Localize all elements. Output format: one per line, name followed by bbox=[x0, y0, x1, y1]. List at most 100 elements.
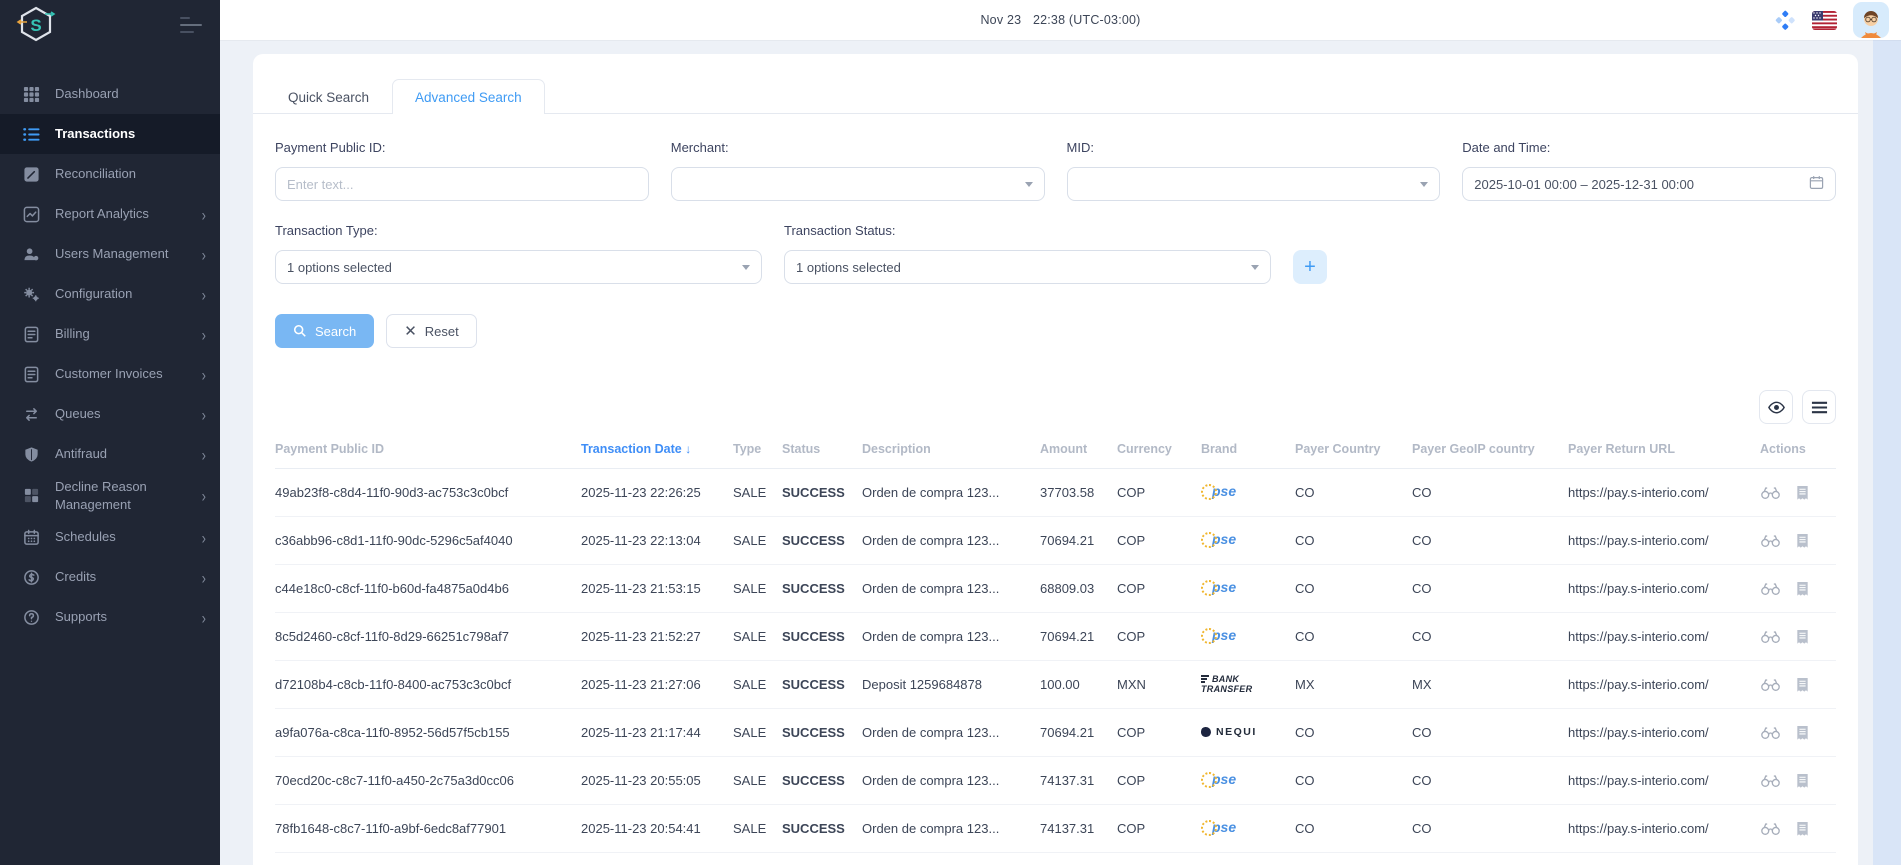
cell-type: SALE bbox=[733, 756, 782, 805]
sidebar-item-reconciliation[interactable]: Reconciliation bbox=[0, 154, 220, 194]
cell-currency: COP bbox=[1117, 468, 1201, 517]
sidebar-item-antifraud[interactable]: Antifraud › bbox=[0, 434, 220, 474]
view-details-binoculars-icon[interactable] bbox=[1760, 534, 1781, 548]
column-header-amount: Amount bbox=[1040, 434, 1117, 469]
sidebar-item-label: Users Management bbox=[55, 246, 169, 262]
blocks-icon bbox=[22, 487, 40, 505]
cell-status: SUCCESS bbox=[782, 468, 862, 517]
receipt-icon[interactable] bbox=[1796, 725, 1809, 741]
column-header-transaction-date[interactable]: Transaction Date ↓ bbox=[581, 434, 733, 469]
app-logo[interactable]: S bbox=[16, 5, 56, 45]
view-details-binoculars-icon[interactable] bbox=[1760, 822, 1781, 836]
apps-icon[interactable] bbox=[1774, 9, 1796, 31]
table-menu-button[interactable] bbox=[1802, 390, 1836, 424]
date-time-label: Date and Time: bbox=[1462, 140, 1551, 155]
pse-logo: pse bbox=[1201, 771, 1236, 788]
sidebar-item-decline-reason-management[interactable]: Decline Reason Management › bbox=[0, 474, 220, 517]
merchant-field: Merchant: bbox=[670, 140, 1045, 201]
receipt-icon[interactable] bbox=[1796, 677, 1809, 693]
view-details-binoculars-icon[interactable] bbox=[1760, 678, 1781, 692]
menu-icon bbox=[1811, 401, 1827, 413]
sidebar-collapse-icon[interactable] bbox=[180, 17, 202, 33]
sidebar-item-configuration[interactable]: Configuration › bbox=[0, 274, 220, 314]
cell-transaction-date: 2025-11-23 22:26:25 bbox=[581, 468, 733, 517]
sidebar-header: S bbox=[0, 0, 220, 44]
mid-field: MID: bbox=[1066, 140, 1441, 201]
date-time-input[interactable]: 2025-10-01 00:00 – 2025-12-31 00:00 bbox=[1462, 167, 1836, 201]
tab-quick-search[interactable]: Quick Search bbox=[265, 79, 392, 114]
cell-payer-country: CO bbox=[1295, 468, 1412, 517]
add-filter-button[interactable]: + bbox=[1293, 250, 1327, 284]
cell-currency: COP bbox=[1117, 804, 1201, 853]
view-details-binoculars-icon[interactable] bbox=[1760, 774, 1781, 788]
column-header-description: Description bbox=[862, 434, 1040, 469]
sidebar-item-credits[interactable]: Credits › bbox=[0, 557, 220, 597]
view-details-binoculars-icon[interactable] bbox=[1760, 486, 1781, 500]
reset-button[interactable]: ✕ Reset bbox=[386, 314, 477, 348]
language-flag-us-icon[interactable] bbox=[1812, 10, 1837, 30]
cell-transaction-date: 2025-11-23 22:13:04 bbox=[581, 516, 733, 565]
receipt-icon[interactable] bbox=[1796, 821, 1809, 837]
receipt-icon[interactable] bbox=[1796, 533, 1809, 549]
transaction-type-select[interactable]: 1 options selected bbox=[275, 250, 762, 284]
payment-public-id-input[interactable] bbox=[275, 167, 649, 201]
sidebar-item-customer-invoices[interactable]: Customer Invoices › bbox=[0, 354, 220, 394]
sidebar-item-schedules[interactable]: Schedules › bbox=[0, 517, 220, 557]
chevron-right-icon: › bbox=[201, 485, 206, 506]
view-details-binoculars-icon[interactable] bbox=[1760, 726, 1781, 740]
chevron-right-icon: › bbox=[201, 404, 206, 424]
calendar-icon[interactable] bbox=[1809, 175, 1824, 193]
sidebar-item-transactions[interactable]: Transactions bbox=[0, 114, 220, 154]
cell-payer-country: CO bbox=[1295, 804, 1412, 853]
cell-type: SALE bbox=[733, 516, 782, 565]
receipt-icon[interactable] bbox=[1796, 485, 1809, 501]
view-details-binoculars-icon[interactable] bbox=[1760, 582, 1781, 596]
cell-amount: 37703.58 bbox=[1040, 468, 1117, 517]
cell-status: SUCCESS bbox=[782, 516, 862, 565]
merchant-select[interactable] bbox=[670, 167, 1045, 201]
filters-row-1: Payment Public ID: Merchant: MID: bbox=[275, 140, 1836, 201]
cell-currency: MXN bbox=[1117, 660, 1201, 709]
cell-actions bbox=[1760, 516, 1836, 565]
sidebar-item-label: Customer Invoices bbox=[55, 366, 163, 382]
cell-description: Orden de compra 123... bbox=[862, 468, 1040, 517]
cell-transaction-date: 2025-11-23 21:52:27 bbox=[581, 612, 733, 661]
topbar: Nov 23 22:38 (UTC-03:00) bbox=[220, 0, 1901, 40]
table-row: 70ecd20c-c8c7-11f0-a450-2c75a3d0cc06 2025… bbox=[275, 756, 1836, 805]
nequi-logo: NEQUI bbox=[1201, 726, 1257, 738]
cell-actions bbox=[1760, 564, 1836, 613]
receipt-icon[interactable] bbox=[1796, 629, 1809, 645]
tab-advanced-search[interactable]: Advanced Search bbox=[392, 79, 545, 114]
cell-payer-geoip-country: CO bbox=[1412, 468, 1568, 517]
table-tools bbox=[275, 390, 1836, 424]
transaction-status-select[interactable]: 1 options selected bbox=[784, 250, 1271, 284]
cell-payment-public-id: a9fa076a-c8ca-11f0-8952-56d57f5cb155 bbox=[275, 708, 581, 757]
cell-status: SUCCESS bbox=[782, 852, 862, 865]
view-details-binoculars-icon[interactable] bbox=[1760, 630, 1781, 644]
cell-amount: 70694.21 bbox=[1040, 516, 1117, 565]
payment-public-id-field: Payment Public ID: bbox=[275, 140, 649, 201]
column-visibility-button[interactable] bbox=[1759, 390, 1793, 424]
header-time: 22:38 (UTC-03:00) bbox=[1032, 13, 1141, 27]
avatar[interactable] bbox=[1853, 2, 1889, 38]
sidebar-item-billing[interactable]: Billing › bbox=[0, 314, 220, 354]
cell-description: Orden de compra 123... bbox=[862, 708, 1040, 757]
cell-actions bbox=[1760, 468, 1836, 517]
mid-select[interactable] bbox=[1066, 167, 1441, 201]
scrollbar[interactable] bbox=[1873, 40, 1901, 865]
sidebar-item-supports[interactable]: Supports › bbox=[0, 597, 220, 637]
cell-amount: 74137.31 bbox=[1040, 804, 1117, 853]
search-button[interactable]: Search bbox=[275, 314, 375, 348]
sidebar-item-dashboard[interactable]: Dashboard bbox=[0, 74, 220, 114]
pse-logo: pse bbox=[1201, 627, 1236, 644]
sidebar-item-users-management[interactable]: Users Management › bbox=[0, 234, 220, 274]
receipt-icon[interactable] bbox=[1796, 773, 1809, 789]
receipt-icon[interactable] bbox=[1796, 581, 1809, 597]
chevron-down-icon bbox=[1251, 264, 1259, 270]
transaction-status-field: Transaction Status: 1 options selected bbox=[784, 223, 1271, 284]
table-row: d72108b4-c8cb-11f0-8400-ac753c3c0bcf 2025… bbox=[275, 660, 1836, 709]
sidebar-item-queues[interactable]: Queues › bbox=[0, 394, 220, 434]
sidebar-item-report-analytics[interactable]: Report Analytics › bbox=[0, 194, 220, 234]
cell-currency: COP bbox=[1117, 612, 1201, 661]
cell-status: SUCCESS bbox=[782, 612, 862, 661]
